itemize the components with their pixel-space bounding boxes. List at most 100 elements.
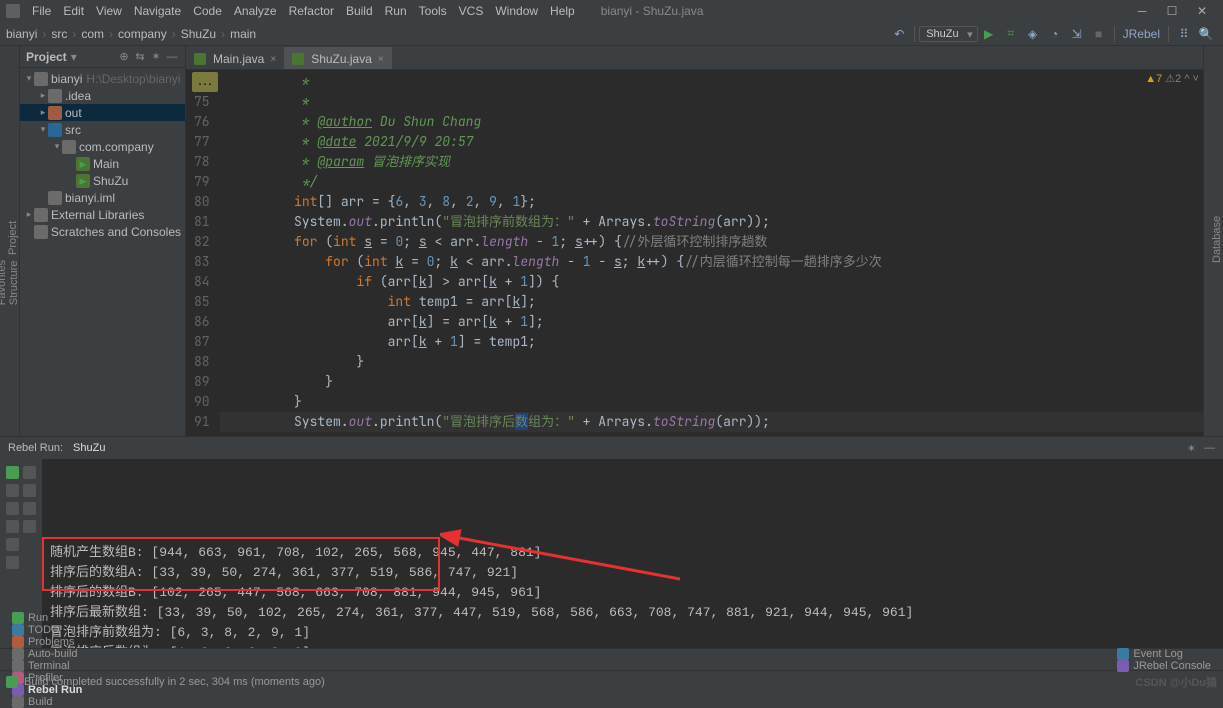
jrebel-link[interactable]: JRebel xyxy=(1123,27,1160,41)
fold-indicator[interactable]: ... xyxy=(192,72,218,92)
tab-close-icon[interactable]: × xyxy=(378,54,384,65)
scroll-icon[interactable] xyxy=(23,520,36,533)
bottom-tool-event-log[interactable]: Event Log xyxy=(1111,648,1217,660)
todo-icon xyxy=(12,624,24,636)
minimize-button[interactable]: ─ xyxy=(1127,4,1157,18)
debug-button[interactable]: ⌗ xyxy=(1002,25,1020,43)
tree-item-src[interactable]: ▾src xyxy=(20,121,185,138)
breadcrumb-4[interactable]: ShuZu xyxy=(167,27,216,41)
bottom-tool-auto-build[interactable]: Auto-build xyxy=(6,648,88,660)
tree-item--idea[interactable]: ▸.idea xyxy=(20,87,185,104)
terminal-icon xyxy=(12,660,24,672)
tree-item-scratches-and-consoles[interactable]: Scratches and Consoles xyxy=(20,223,185,240)
tree-item-bianyi-iml[interactable]: bianyi.iml xyxy=(20,189,185,206)
project-select-icon[interactable]: ⇆ xyxy=(133,50,147,63)
console-output[interactable]: 随机产生数组B: [944, 663, 961, 708, 102, 265, … xyxy=(42,459,1223,648)
wrap-icon[interactable] xyxy=(23,502,36,515)
java-class-icon xyxy=(194,53,206,65)
search-everywhere-icon[interactable]: 🔍 xyxy=(1197,25,1215,43)
run-panel-title: Rebel Run: xyxy=(8,442,63,454)
attach-button[interactable]: ⇲ xyxy=(1068,25,1086,43)
menu-build[interactable]: Build xyxy=(340,4,379,18)
editor-area: Main.java×ShuZu.java× ... 74757677787980… xyxy=(186,46,1223,436)
status-text: Build completed successfully in 2 sec, 3… xyxy=(24,676,325,688)
inspection-widget[interactable]: ▲7 ⚠2 ^ ˅ xyxy=(1145,72,1199,85)
stop-button[interactable]: ■ xyxy=(1090,25,1108,43)
run-tool-window: Rebel Run: ShuZu ✶ — 随机产生数组B: [944, 663,… xyxy=(0,436,1223,648)
breadcrumb-5[interactable]: main xyxy=(216,27,256,41)
run-button[interactable]: ▶ xyxy=(980,25,998,43)
tree-item-com-company[interactable]: ▾com.company xyxy=(20,138,185,155)
tree-item-shuzu[interactable]: ▶ShuZu xyxy=(20,172,185,189)
todo-icon xyxy=(1117,648,1129,660)
back-icon[interactable]: ↶ xyxy=(890,25,908,43)
watermark-text: CSDN @小Du猿 xyxy=(1135,674,1217,690)
menu-navigate[interactable]: Navigate xyxy=(128,4,187,18)
menu-vcs[interactable]: VCS xyxy=(453,4,490,18)
project-panel: Project ▾ ⊕ ⇆ ✶ — ▾bianyiH:\Desktop\bian… xyxy=(20,46,186,436)
project-panel-title: Project xyxy=(26,50,67,64)
project-collapse-icon[interactable]: ⊕ xyxy=(117,50,131,63)
tool-stripe-database[interactable]: Database xyxy=(1211,52,1223,426)
status-ok-icon xyxy=(6,676,18,688)
breadcrumb-0[interactable]: bianyi xyxy=(6,27,37,41)
rerun-icon[interactable] xyxy=(6,466,19,479)
clear-icon[interactable] xyxy=(6,538,19,551)
menu-view[interactable]: View xyxy=(90,4,128,18)
run-panel-hide-icon[interactable]: — xyxy=(1204,442,1215,454)
breadcrumb-3[interactable]: company xyxy=(104,27,167,41)
ide-updates-icon[interactable]: ⠿ xyxy=(1175,25,1193,43)
profile-button[interactable]: ◔ xyxy=(1046,25,1064,43)
menu-tools[interactable]: Tools xyxy=(413,4,453,18)
breadcrumb-2[interactable]: com xyxy=(67,27,104,41)
tree-item-bianyi[interactable]: ▾bianyiH:\Desktop\bianyi xyxy=(20,70,185,87)
menu-file[interactable]: File xyxy=(26,4,57,18)
stop-run-icon[interactable] xyxy=(6,484,19,497)
run-config-combo[interactable]: ShuZu ▾ xyxy=(919,26,977,42)
editor-tab-main-java[interactable]: Main.java× xyxy=(186,47,284,69)
menu-edit[interactable]: Edit xyxy=(57,4,90,18)
print-icon[interactable] xyxy=(6,520,19,533)
right-tool-stripe: Database xyxy=(1203,46,1223,436)
project-hide-icon[interactable]: — xyxy=(165,51,179,63)
menu-refactor[interactable]: Refactor xyxy=(283,4,340,18)
breadcrumb-1[interactable]: src xyxy=(37,27,67,41)
tool-stripe-structure[interactable]: Structure xyxy=(8,260,20,305)
java-class-icon xyxy=(292,53,304,65)
run-panel-gear-icon[interactable]: ✶ xyxy=(1187,442,1196,455)
menu-code[interactable]: Code xyxy=(187,4,228,18)
bottom-tool-bar: RunTODOProblemsAuto-buildTerminalProfile… xyxy=(0,648,1223,670)
app-logo-icon xyxy=(6,4,20,18)
up-icon[interactable] xyxy=(23,466,36,479)
bottom-tool-terminal[interactable]: Terminal xyxy=(6,660,88,672)
tool-stripe-favorites[interactable]: Favorites xyxy=(0,260,8,305)
menu-help[interactable]: Help xyxy=(544,4,581,18)
editor-tab-shuzu-java[interactable]: ShuZu.java× xyxy=(284,47,392,69)
run-panel-tab[interactable]: ShuZu xyxy=(73,442,105,454)
trash-icon[interactable] xyxy=(6,556,19,569)
coverage-button[interactable]: ◈ xyxy=(1024,25,1042,43)
problems-icon xyxy=(12,636,24,648)
jreb-icon xyxy=(1117,660,1129,672)
run-icon xyxy=(12,612,24,624)
tree-item-out[interactable]: ▸out xyxy=(20,104,185,121)
project-tree[interactable]: ▾bianyiH:\Desktop\bianyi▸.idea▸out▾src▾c… xyxy=(20,68,185,436)
tab-close-icon[interactable]: × xyxy=(270,54,276,65)
tree-item-external-libraries[interactable]: ▸External Libraries xyxy=(20,206,185,223)
layout-icon[interactable] xyxy=(6,502,19,515)
close-button[interactable]: ✕ xyxy=(1187,4,1217,18)
build-icon xyxy=(12,696,24,708)
menu-window[interactable]: Window xyxy=(489,4,544,18)
tool-stripe-project[interactable]: Project xyxy=(7,54,19,422)
project-settings-icon[interactable]: ✶ xyxy=(149,50,163,63)
menu-analyze[interactable]: Analyze xyxy=(228,4,283,18)
editor-gutter: 74757677787980818283848586878889909192 xyxy=(186,70,220,436)
editor-tabstrip: Main.java×ShuZu.java× xyxy=(186,46,1223,70)
down-icon[interactable] xyxy=(23,484,36,497)
tree-item-main[interactable]: ▶Main xyxy=(20,155,185,172)
bottom-tool-build[interactable]: Build xyxy=(6,696,88,708)
maximize-button[interactable]: ☐ xyxy=(1157,4,1187,18)
bottom-tool-jrebel-console[interactable]: JRebel Console xyxy=(1111,660,1217,672)
code-editor[interactable]: ... 747576777879808182838485868788899091… xyxy=(186,70,1223,436)
menu-run[interactable]: Run xyxy=(379,4,413,18)
